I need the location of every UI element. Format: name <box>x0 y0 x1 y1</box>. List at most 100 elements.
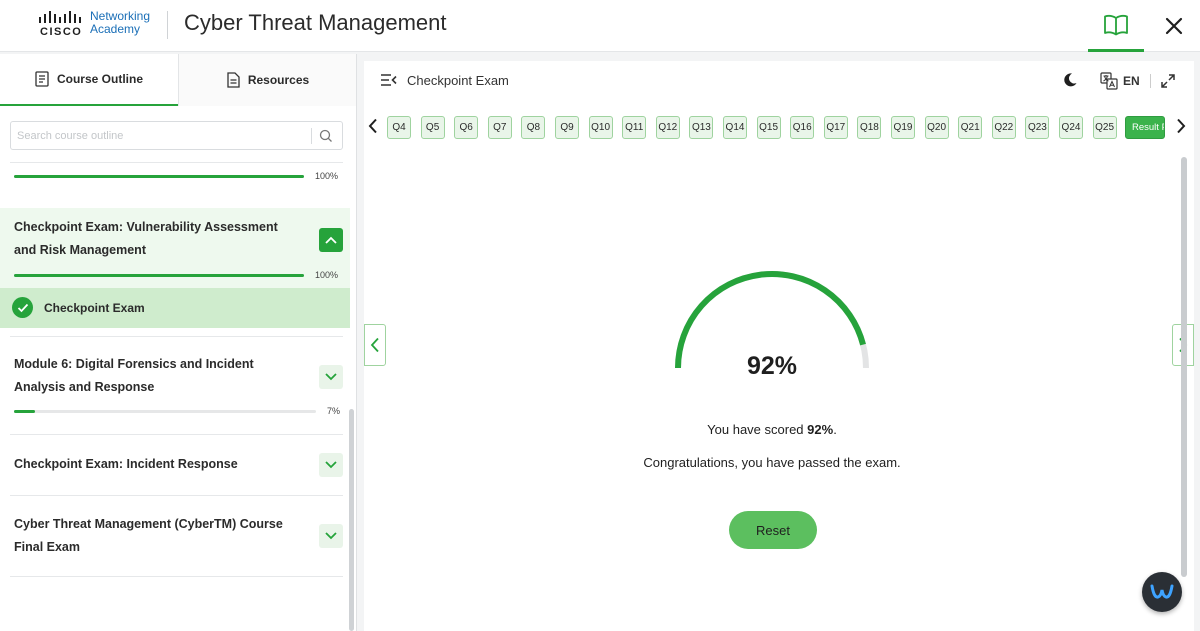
fullscreen-expand-icon[interactable] <box>1160 73 1176 89</box>
reset-button[interactable]: Reset <box>729 511 817 549</box>
course-book-button[interactable] <box>1088 0 1144 52</box>
chevron-right-icon <box>1177 118 1186 134</box>
score-statement-suffix: . <box>833 422 837 437</box>
open-book-icon <box>1104 14 1128 35</box>
divider <box>10 576 343 577</box>
document-icon <box>227 72 240 88</box>
sidebar-tabs: Course Outline Resources <box>0 54 356 106</box>
section-vulnerability-assessment[interactable]: Checkpoint Exam: Vulnerability Assessmen… <box>0 208 350 288</box>
tab-resources-label: Resources <box>247 73 310 87</box>
question-button-q12[interactable]: Q12 <box>655 116 680 139</box>
section-title: Cyber Threat Management (CyberTM) Course… <box>14 513 304 559</box>
section-progress-bar <box>14 410 316 413</box>
section-title-line1: Module 6: Digital Forensics and Incident <box>14 357 254 371</box>
search-box <box>10 121 343 150</box>
outline-item-label: Checkpoint Exam <box>44 301 145 315</box>
outline-icon <box>35 71 49 87</box>
completed-check-icon <box>12 297 33 318</box>
search-icon[interactable] <box>318 128 334 144</box>
chevron-up-icon <box>325 236 337 244</box>
cisco-bars-icon <box>39 11 81 23</box>
result-page-tab[interactable]: Result Page <box>1125 116 1165 139</box>
chevron-down-icon <box>325 532 337 540</box>
previous-page-button[interactable] <box>364 324 386 366</box>
content-scrollbar[interactable] <box>1181 157 1187 577</box>
question-button-q24[interactable]: Q24 <box>1059 116 1083 139</box>
course-sidebar: Course Outline Resources 100% Checkpoint… <box>0 54 357 631</box>
exam-content-panel: Checkpoint Exam EN Q4 Q5 Q6 Q7 Q8 Q9 Q10 Q11 Q12… <box>364 61 1194 631</box>
section-title-line1: Cyber Threat Management (CyberTM) Course <box>14 517 283 531</box>
section-title-line2: Analysis and Response <box>14 380 155 394</box>
section-progress-fill <box>14 274 304 277</box>
question-button-q7[interactable]: Q7 <box>487 116 512 139</box>
question-button-q23[interactable]: Q23 <box>1025 116 1050 139</box>
section-title-line2: and Risk Management <box>14 243 146 257</box>
divider <box>10 336 343 337</box>
content-toolbar: Checkpoint Exam EN <box>364 61 1194 101</box>
cisco-wordmark: CISCO <box>40 26 83 38</box>
question-button-q14[interactable]: Q14 <box>723 116 747 139</box>
score-statement-prefix: You have scored <box>707 422 808 437</box>
section-progress-percent: 100% <box>315 171 339 181</box>
tab-resources[interactable]: Resources <box>178 54 356 106</box>
chevron-down-icon <box>325 373 337 381</box>
divider <box>10 495 343 496</box>
divider <box>10 162 343 163</box>
question-button-q4[interactable]: Q4 <box>387 116 411 139</box>
question-button-q13[interactable]: Q13 <box>689 116 714 139</box>
question-button-q19[interactable]: Q19 <box>891 116 915 139</box>
dark-mode-moon-icon[interactable] <box>1062 72 1078 88</box>
collapse-menu-icon[interactable] <box>380 73 398 87</box>
section-progress-fill <box>14 410 36 413</box>
question-button-q18[interactable]: Q18 <box>857 116 882 139</box>
expand-section-button[interactable] <box>319 453 343 477</box>
expand-section-button[interactable] <box>319 524 343 548</box>
section-title-line1: Checkpoint Exam: Vulnerability Assessmen… <box>14 220 278 234</box>
cisco-networking-academy-logo[interactable]: CISCO Networking Academy <box>38 9 158 41</box>
question-nav-next-button[interactable] <box>1174 115 1188 137</box>
section-title-line2: Final Exam <box>14 540 80 554</box>
question-button-q25[interactable]: Q25 <box>1092 116 1117 139</box>
chevron-left-icon <box>370 337 379 353</box>
search-input[interactable] <box>17 127 307 145</box>
section-title: Checkpoint Exam: Incident Response <box>14 457 238 471</box>
score-statement: You have scored 92%. <box>622 422 922 437</box>
translate-icon[interactable] <box>1100 72 1118 90</box>
app-title: Cyber Threat Management <box>184 10 447 35</box>
question-button-q17[interactable]: Q17 <box>823 116 848 139</box>
question-button-q20[interactable]: Q20 <box>924 116 949 139</box>
question-button-q6[interactable]: Q6 <box>454 116 479 139</box>
question-button-q22[interactable]: Q22 <box>991 116 1016 139</box>
section-progress-fill <box>14 175 304 178</box>
collapse-section-button[interactable] <box>319 228 343 252</box>
tab-course-outline[interactable]: Course Outline <box>0 54 178 106</box>
question-button-q8[interactable]: Q8 <box>521 116 546 139</box>
outline-item-checkpoint-exam[interactable]: Checkpoint Exam <box>0 288 350 328</box>
header-divider <box>167 11 168 39</box>
question-button-q9[interactable]: Q9 <box>555 116 579 139</box>
close-icon <box>1165 17 1183 35</box>
question-button-q10[interactable]: Q10 <box>588 116 613 139</box>
close-button[interactable] <box>1148 0 1200 52</box>
divider <box>10 434 343 435</box>
language-selector[interactable]: EN <box>1123 74 1140 88</box>
webex-chat-icon[interactable] <box>1142 572 1182 612</box>
pass-message: Congratulations, you have passed the exa… <box>643 455 901 470</box>
chevron-left-icon <box>368 118 377 134</box>
question-button-q15[interactable]: Q15 <box>756 116 781 139</box>
section-progress-bar <box>14 175 304 178</box>
score-percentage: 92% <box>746 352 798 380</box>
sidebar-scrollbar[interactable] <box>349 409 354 631</box>
question-nav-prev-button[interactable] <box>366 115 380 137</box>
question-button-q16[interactable]: Q16 <box>790 116 815 139</box>
section-title: Module 6: Digital Forensics and Incident… <box>14 353 304 399</box>
app-header: CISCO Networking Academy Cyber Threat Ma… <box>0 0 1200 52</box>
question-button-q11[interactable]: Q11 <box>622 116 647 139</box>
logo-academy-text: Academy <box>90 22 141 36</box>
expand-section-button[interactable] <box>319 365 343 389</box>
content-title: Checkpoint Exam <box>407 73 509 88</box>
toolbar-separator <box>1150 74 1151 88</box>
section-progress-bar <box>14 274 304 277</box>
question-button-q5[interactable]: Q5 <box>420 116 445 139</box>
question-button-q21[interactable]: Q21 <box>958 116 983 139</box>
